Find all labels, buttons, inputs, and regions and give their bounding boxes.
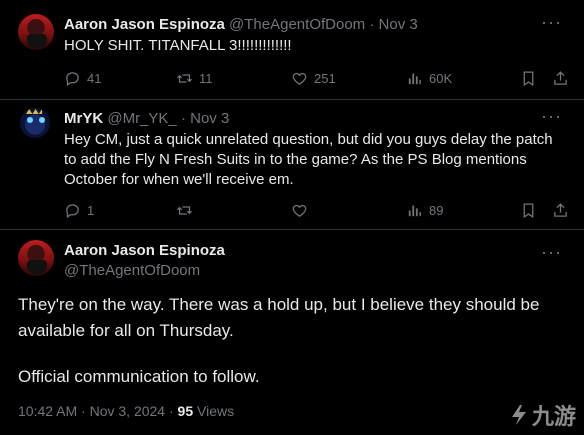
author-name[interactable]: MrYK [64, 110, 103, 127]
views-icon [408, 205, 421, 216]
more-icon[interactable]: ··· [541, 12, 562, 33]
like-icon [292, 204, 307, 217]
author-name[interactable]: Aaron Jason Espinoza [64, 16, 225, 33]
tweet-actions: 41 11 251 60K [0, 68, 584, 88]
views-count: 89 [429, 202, 444, 218]
tweet-text: Hey CM, just a quick unrelated question,… [64, 131, 553, 188]
views-count: 95 [177, 403, 194, 419]
divider [0, 99, 584, 100]
like-button[interactable] [291, 202, 308, 219]
retweet-button[interactable]: 11 [176, 70, 213, 87]
watermark: 九游 [508, 399, 576, 431]
reply-button[interactable]: 41 [64, 70, 101, 87]
views-button[interactable]: 89 [406, 202, 443, 219]
avatar[interactable] [18, 240, 54, 276]
more-icon[interactable]: ··· [541, 106, 562, 127]
tweet-timestamp[interactable]: 10:42 AM · Nov 3, 2024 · [18, 403, 174, 419]
tweet-meta: 10:42 AM · Nov 3, 2024 · 95 Views [18, 403, 234, 419]
share-icon [554, 70, 567, 85]
views-count: 60K [429, 70, 453, 86]
share-button[interactable] [552, 70, 569, 87]
like-button[interactable]: 251 [291, 70, 336, 87]
dot-separator: · [369, 16, 375, 33]
reply-icon [66, 203, 79, 218]
tweet-text: HOLY SHIT. TITANFALL 3!!!!!!!!!!!!! [64, 37, 292, 54]
bookmark-icon [523, 202, 534, 218]
retweet-count: 11 [199, 70, 213, 86]
more-icon[interactable]: ··· [541, 242, 562, 263]
dot-separator: · [180, 110, 186, 127]
tweet-header: Aaron Jason Espinoza @TheAgentOfDoom · N… [64, 16, 418, 33]
tweet-text: They're on the way. There was a hold up,… [18, 295, 540, 340]
tweet-text-followup: Official communication to follow. [18, 367, 260, 386]
watermark-logo-icon [511, 405, 526, 425]
retweet-icon [176, 205, 193, 215]
watermark-text: 九游 [531, 404, 576, 429]
views-button[interactable]: 60K [406, 70, 452, 87]
tweet-header: MrYK @Mr_YK_ · Nov 3 [64, 110, 229, 127]
retweet-button[interactable] [176, 202, 193, 219]
author-name[interactable]: Aaron Jason Espinoza [64, 242, 225, 259]
tweet-date[interactable]: Nov 3 [379, 16, 418, 33]
views-label: Views [197, 403, 235, 419]
like-icon [292, 72, 307, 85]
reply-count: 41 [87, 70, 102, 86]
bookmark-icon [523, 70, 534, 86]
author-handle[interactable]: @TheAgentOfDoom [64, 262, 200, 279]
divider [0, 229, 584, 230]
views-icon [408, 73, 421, 84]
reply-icon [66, 71, 79, 86]
tweet-actions: 1 89 [0, 200, 584, 220]
bookmark-button[interactable] [520, 202, 537, 219]
avatar[interactable] [18, 14, 54, 50]
bookmark-button[interactable] [520, 70, 537, 87]
retweet-icon [176, 73, 193, 83]
like-count: 251 [314, 70, 336, 86]
tweet-date[interactable]: Nov 3 [190, 110, 229, 127]
author-handle[interactable]: @TheAgentOfDoom [229, 16, 365, 33]
author-handle[interactable]: @Mr_YK_ [107, 110, 176, 127]
avatar[interactable] [20, 108, 50, 138]
share-icon [554, 202, 567, 217]
reply-button[interactable]: 1 [64, 202, 94, 219]
reply-count: 1 [87, 202, 95, 218]
share-button[interactable] [552, 202, 569, 219]
